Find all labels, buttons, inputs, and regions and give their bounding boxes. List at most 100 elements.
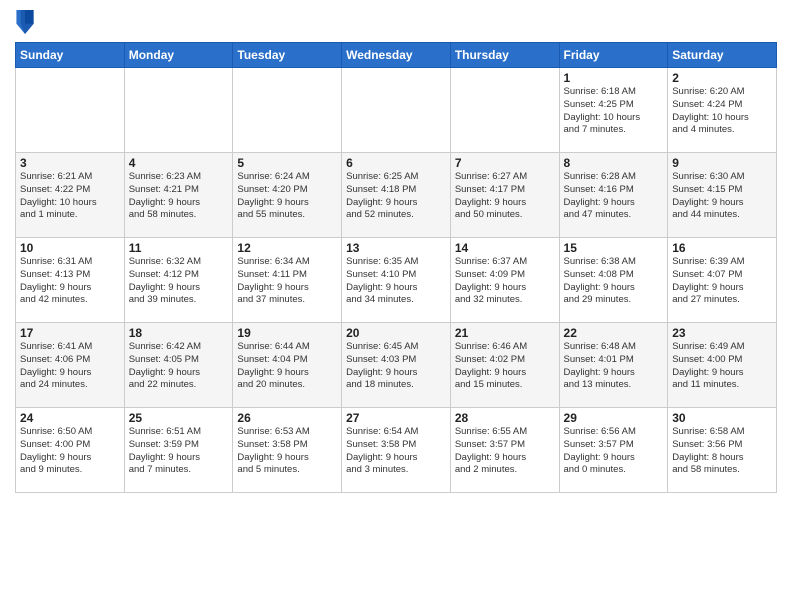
day-number: 11 — [129, 241, 229, 255]
weekday-header-cell: Monday — [124, 43, 233, 68]
calendar-cell: 28Sunrise: 6:55 AM Sunset: 3:57 PM Dayli… — [450, 408, 559, 493]
day-number: 22 — [564, 326, 664, 340]
day-info: Sunrise: 6:45 AM Sunset: 4:03 PM Dayligh… — [346, 341, 446, 392]
day-number: 15 — [564, 241, 664, 255]
day-info: Sunrise: 6:37 AM Sunset: 4:09 PM Dayligh… — [455, 256, 555, 307]
calendar-cell: 21Sunrise: 6:46 AM Sunset: 4:02 PM Dayli… — [450, 323, 559, 408]
weekday-header-cell: Tuesday — [233, 43, 342, 68]
day-number: 25 — [129, 411, 229, 425]
calendar-cell — [124, 68, 233, 153]
calendar-cell: 27Sunrise: 6:54 AM Sunset: 3:58 PM Dayli… — [342, 408, 451, 493]
day-number: 3 — [20, 156, 120, 170]
calendar-week-row: 10Sunrise: 6:31 AM Sunset: 4:13 PM Dayli… — [16, 238, 777, 323]
day-number: 30 — [672, 411, 772, 425]
day-info: Sunrise: 6:32 AM Sunset: 4:12 PM Dayligh… — [129, 256, 229, 307]
day-info: Sunrise: 6:41 AM Sunset: 4:06 PM Dayligh… — [20, 341, 120, 392]
calendar-cell: 25Sunrise: 6:51 AM Sunset: 3:59 PM Dayli… — [124, 408, 233, 493]
day-number: 23 — [672, 326, 772, 340]
day-info: Sunrise: 6:31 AM Sunset: 4:13 PM Dayligh… — [20, 256, 120, 307]
day-number: 26 — [237, 411, 337, 425]
calendar-cell: 16Sunrise: 6:39 AM Sunset: 4:07 PM Dayli… — [668, 238, 777, 323]
day-info: Sunrise: 6:51 AM Sunset: 3:59 PM Dayligh… — [129, 426, 229, 477]
weekday-header-cell: Wednesday — [342, 43, 451, 68]
calendar-cell: 18Sunrise: 6:42 AM Sunset: 4:05 PM Dayli… — [124, 323, 233, 408]
day-number: 6 — [346, 156, 446, 170]
day-number: 27 — [346, 411, 446, 425]
calendar-cell: 6Sunrise: 6:25 AM Sunset: 4:18 PM Daylig… — [342, 153, 451, 238]
calendar-week-row: 1Sunrise: 6:18 AM Sunset: 4:25 PM Daylig… — [16, 68, 777, 153]
calendar-cell: 15Sunrise: 6:38 AM Sunset: 4:08 PM Dayli… — [559, 238, 668, 323]
day-info: Sunrise: 6:55 AM Sunset: 3:57 PM Dayligh… — [455, 426, 555, 477]
calendar-body: 1Sunrise: 6:18 AM Sunset: 4:25 PM Daylig… — [16, 68, 777, 493]
day-number: 1 — [564, 71, 664, 85]
day-number: 2 — [672, 71, 772, 85]
day-number: 8 — [564, 156, 664, 170]
day-number: 9 — [672, 156, 772, 170]
day-number: 18 — [129, 326, 229, 340]
day-number: 20 — [346, 326, 446, 340]
calendar-cell — [342, 68, 451, 153]
day-info: Sunrise: 6:38 AM Sunset: 4:08 PM Dayligh… — [564, 256, 664, 307]
day-info: Sunrise: 6:58 AM Sunset: 3:56 PM Dayligh… — [672, 426, 772, 477]
day-number: 17 — [20, 326, 120, 340]
calendar-cell: 17Sunrise: 6:41 AM Sunset: 4:06 PM Dayli… — [16, 323, 125, 408]
calendar-cell: 19Sunrise: 6:44 AM Sunset: 4:04 PM Dayli… — [233, 323, 342, 408]
day-info: Sunrise: 6:44 AM Sunset: 4:04 PM Dayligh… — [237, 341, 337, 392]
calendar-cell: 3Sunrise: 6:21 AM Sunset: 4:22 PM Daylig… — [16, 153, 125, 238]
day-info: Sunrise: 6:42 AM Sunset: 4:05 PM Dayligh… — [129, 341, 229, 392]
day-info: Sunrise: 6:28 AM Sunset: 4:16 PM Dayligh… — [564, 171, 664, 222]
day-info: Sunrise: 6:34 AM Sunset: 4:11 PM Dayligh… — [237, 256, 337, 307]
day-info: Sunrise: 6:39 AM Sunset: 4:07 PM Dayligh… — [672, 256, 772, 307]
day-number: 12 — [237, 241, 337, 255]
day-number: 21 — [455, 326, 555, 340]
calendar-table: SundayMondayTuesdayWednesdayThursdayFrid… — [15, 42, 777, 493]
calendar-cell — [233, 68, 342, 153]
calendar-cell: 4Sunrise: 6:23 AM Sunset: 4:21 PM Daylig… — [124, 153, 233, 238]
calendar-cell: 7Sunrise: 6:27 AM Sunset: 4:17 PM Daylig… — [450, 153, 559, 238]
header — [15, 10, 777, 34]
day-info: Sunrise: 6:54 AM Sunset: 3:58 PM Dayligh… — [346, 426, 446, 477]
logo-icon — [15, 10, 35, 34]
logo — [15, 10, 37, 34]
calendar-cell: 9Sunrise: 6:30 AM Sunset: 4:15 PM Daylig… — [668, 153, 777, 238]
day-info: Sunrise: 6:50 AM Sunset: 4:00 PM Dayligh… — [20, 426, 120, 477]
day-number: 7 — [455, 156, 555, 170]
calendar-cell — [16, 68, 125, 153]
calendar-cell — [450, 68, 559, 153]
calendar-cell: 8Sunrise: 6:28 AM Sunset: 4:16 PM Daylig… — [559, 153, 668, 238]
day-info: Sunrise: 6:35 AM Sunset: 4:10 PM Dayligh… — [346, 256, 446, 307]
calendar-cell: 23Sunrise: 6:49 AM Sunset: 4:00 PM Dayli… — [668, 323, 777, 408]
day-number: 19 — [237, 326, 337, 340]
day-number: 16 — [672, 241, 772, 255]
weekday-header-cell: Thursday — [450, 43, 559, 68]
day-info: Sunrise: 6:46 AM Sunset: 4:02 PM Dayligh… — [455, 341, 555, 392]
calendar-cell: 30Sunrise: 6:58 AM Sunset: 3:56 PM Dayli… — [668, 408, 777, 493]
weekday-header-row: SundayMondayTuesdayWednesdayThursdayFrid… — [16, 43, 777, 68]
calendar-cell: 2Sunrise: 6:20 AM Sunset: 4:24 PM Daylig… — [668, 68, 777, 153]
day-info: Sunrise: 6:20 AM Sunset: 4:24 PM Dayligh… — [672, 86, 772, 137]
day-info: Sunrise: 6:56 AM Sunset: 3:57 PM Dayligh… — [564, 426, 664, 477]
weekday-header-cell: Saturday — [668, 43, 777, 68]
day-info: Sunrise: 6:49 AM Sunset: 4:00 PM Dayligh… — [672, 341, 772, 392]
day-number: 28 — [455, 411, 555, 425]
day-info: Sunrise: 6:24 AM Sunset: 4:20 PM Dayligh… — [237, 171, 337, 222]
calendar-cell: 26Sunrise: 6:53 AM Sunset: 3:58 PM Dayli… — [233, 408, 342, 493]
calendar-cell: 20Sunrise: 6:45 AM Sunset: 4:03 PM Dayli… — [342, 323, 451, 408]
day-info: Sunrise: 6:23 AM Sunset: 4:21 PM Dayligh… — [129, 171, 229, 222]
weekday-header-cell: Sunday — [16, 43, 125, 68]
day-number: 10 — [20, 241, 120, 255]
calendar-cell: 10Sunrise: 6:31 AM Sunset: 4:13 PM Dayli… — [16, 238, 125, 323]
calendar-week-row: 24Sunrise: 6:50 AM Sunset: 4:00 PM Dayli… — [16, 408, 777, 493]
day-info: Sunrise: 6:30 AM Sunset: 4:15 PM Dayligh… — [672, 171, 772, 222]
weekday-header-cell: Friday — [559, 43, 668, 68]
day-number: 5 — [237, 156, 337, 170]
day-info: Sunrise: 6:21 AM Sunset: 4:22 PM Dayligh… — [20, 171, 120, 222]
day-info: Sunrise: 6:48 AM Sunset: 4:01 PM Dayligh… — [564, 341, 664, 392]
day-info: Sunrise: 6:25 AM Sunset: 4:18 PM Dayligh… — [346, 171, 446, 222]
calendar-cell: 29Sunrise: 6:56 AM Sunset: 3:57 PM Dayli… — [559, 408, 668, 493]
calendar-cell: 24Sunrise: 6:50 AM Sunset: 4:00 PM Dayli… — [16, 408, 125, 493]
calendar-cell: 12Sunrise: 6:34 AM Sunset: 4:11 PM Dayli… — [233, 238, 342, 323]
day-number: 13 — [346, 241, 446, 255]
day-info: Sunrise: 6:18 AM Sunset: 4:25 PM Dayligh… — [564, 86, 664, 137]
day-number: 29 — [564, 411, 664, 425]
